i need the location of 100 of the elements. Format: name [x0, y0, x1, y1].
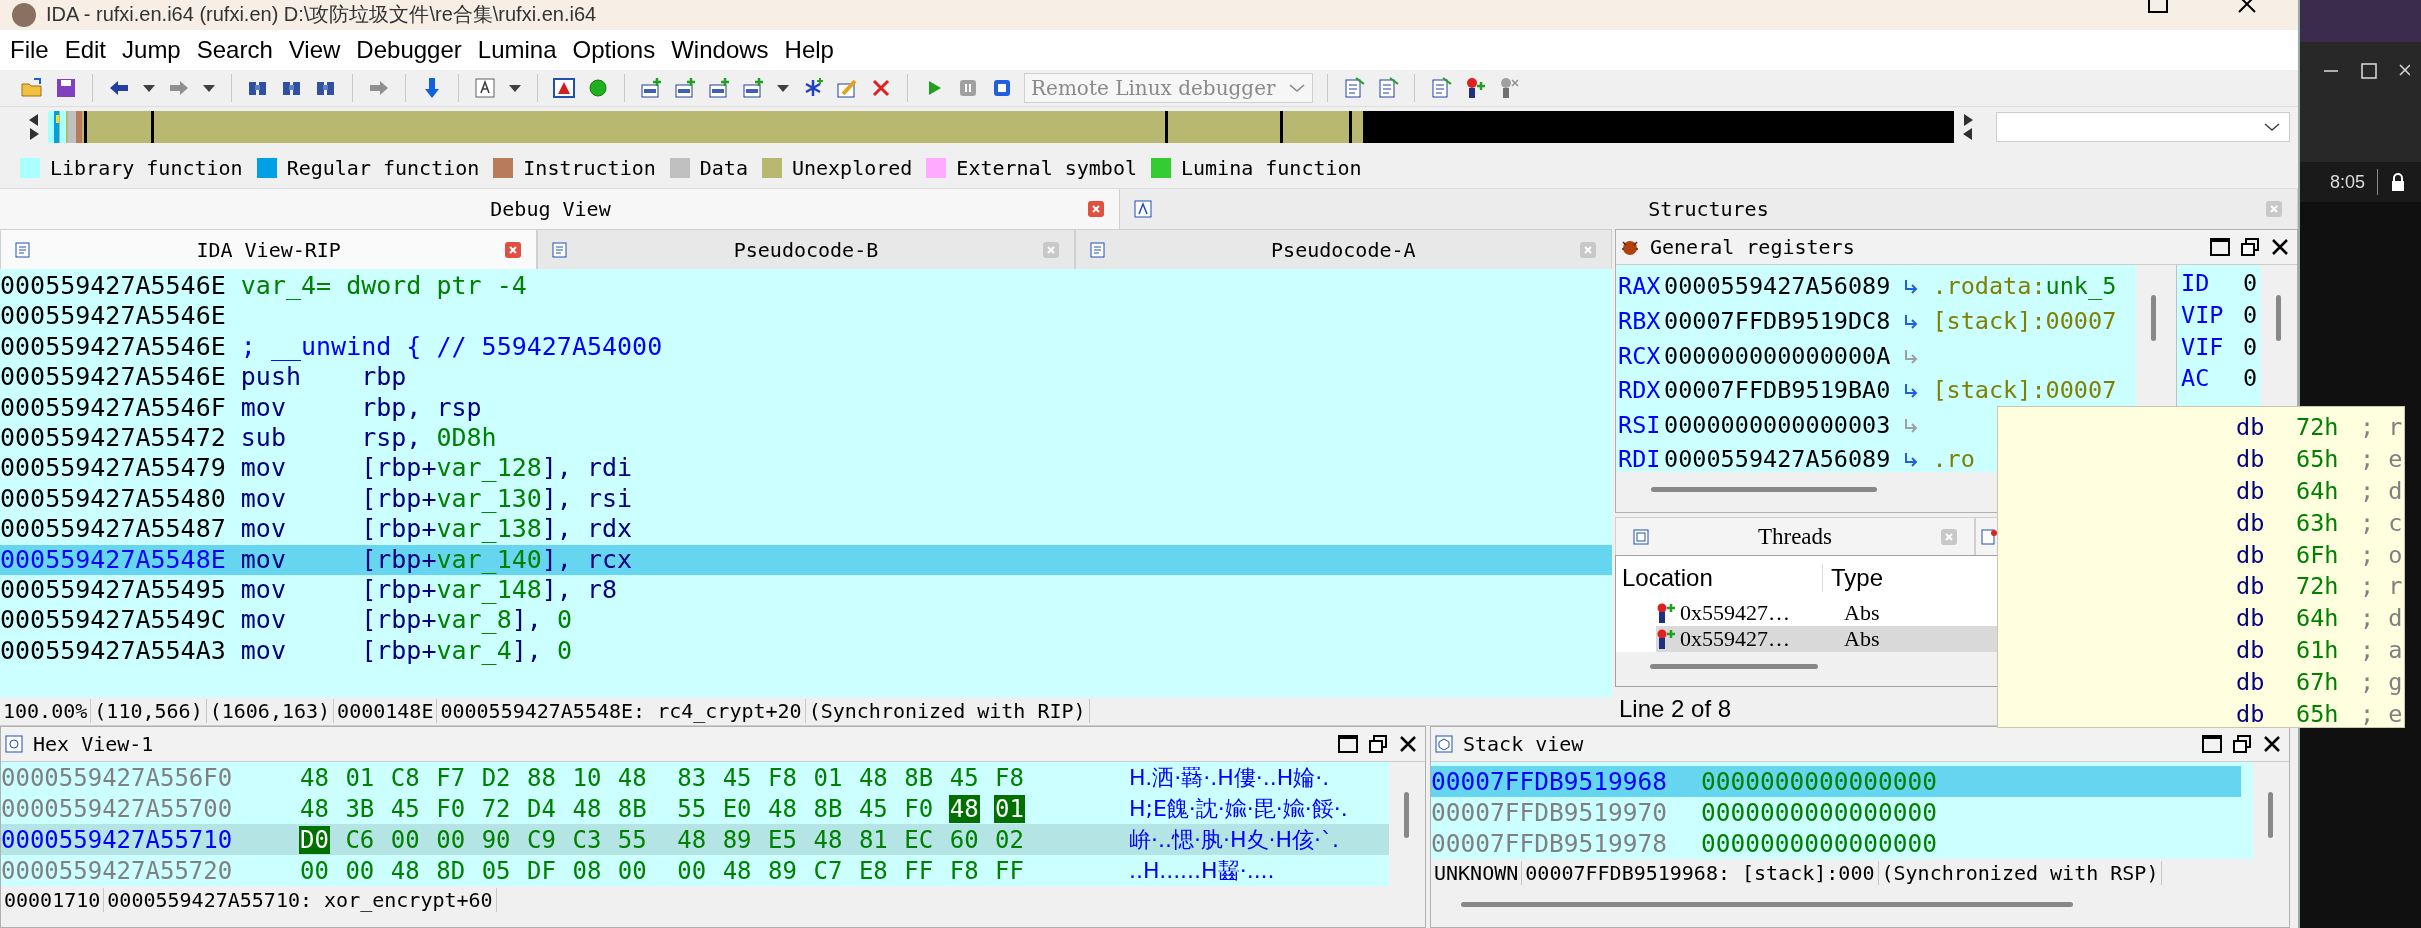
tab[interactable]: Pseudocode-A: [1074, 229, 1612, 269]
hex-byte[interactable]: F0: [435, 794, 467, 823]
hex-byte[interactable]: F8: [767, 763, 798, 792]
menu-item[interactable]: Jump: [114, 35, 189, 64]
hex-byte[interactable]: F8: [994, 763, 1025, 792]
tab[interactable]: Structures: [1120, 189, 2298, 229]
hex-byte[interactable]: 8B: [903, 763, 935, 792]
hex-byte[interactable]: 55: [676, 794, 708, 823]
hex-row[interactable]: 0000559427A556F0 48 01 C8 F7 D2 88 10 48 83 45 F8 01 48 8B 45 F8 H.洒·羇·.H僂·..H婨·.: [1, 762, 1389, 793]
hex-byte[interactable]: 48: [676, 825, 708, 854]
hex-byte[interactable]: C7: [812, 856, 844, 885]
hex-byte[interactable]: 05: [480, 856, 512, 885]
hex-byte[interactable]: 89: [767, 856, 798, 885]
hex-byte[interactable]: 10: [571, 763, 603, 792]
register-value[interactable]: 000000000000000A: [1664, 341, 1891, 370]
hex-byte[interactable]: EC: [903, 825, 935, 854]
flag-value[interactable]: 0: [2243, 300, 2258, 333]
disassembly-line[interactable]: 000559427A55472 sub rsp, 0D8h: [0, 422, 1612, 454]
hex-byte[interactable]: E0: [721, 794, 753, 823]
hex-byte[interactable]: 8B: [616, 794, 648, 823]
hex-row[interactable]: 0000559427A55700 48 3B 45 F0 72 D4 48 8B 55 E0 48 8B 45 F0 48 01 H;E餽·訦·婾·毘·婾·餒·.: [1, 793, 1389, 824]
hex-byte[interactable]: 00: [299, 856, 330, 885]
register-value[interactable]: 0000559427A56089: [1664, 445, 1891, 472]
column-header[interactable]: Location: [1616, 564, 1823, 592]
tab[interactable]: IDA View-RIP: [0, 229, 538, 269]
menu-item[interactable]: Search: [188, 35, 281, 64]
hex-byte[interactable]: 08: [571, 856, 603, 885]
hex-byte[interactable]: FF: [994, 856, 1025, 885]
hex-byte[interactable]: 01: [994, 794, 1025, 823]
disassembly-line[interactable]: 000559427A55479 mov [rbp+var_128], rdi: [0, 453, 1612, 484]
hex-byte[interactable]: C9: [526, 825, 557, 854]
disassembly-line[interactable]: 000559427A55480 mov [rbp+var_130], rsi: [0, 483, 1612, 515]
tab[interactable]: Threads: [1615, 517, 1975, 555]
hex-byte[interactable]: 02: [994, 825, 1025, 854]
hex-byte[interactable]: 8B: [812, 794, 844, 823]
disassembly-line[interactable]: 000559427A5546E var_4= dword ptr -4: [0, 271, 1612, 302]
hex-byte[interactable]: 83: [676, 763, 708, 792]
hex-byte[interactable]: 48: [857, 763, 889, 792]
hex-byte[interactable]: 3B: [344, 794, 376, 823]
hex-byte[interactable]: C8: [389, 763, 421, 792]
hex-byte[interactable]: D4: [526, 794, 557, 823]
hex-byte[interactable]: 01: [344, 763, 376, 792]
flag-value[interactable]: 0: [2243, 269, 2258, 301]
hex-byte[interactable]: 45: [389, 794, 421, 823]
menu-item[interactable]: Help: [776, 35, 842, 64]
disassembly-line[interactable]: 000559427A5546E: [0, 301, 1612, 332]
hex-byte[interactable]: 00: [435, 825, 467, 854]
column-header[interactable]: Type: [1823, 564, 1884, 592]
disassembly-line[interactable]: 000559427A554A3 mov [rbp+var_4], 0: [0, 635, 1612, 667]
register-value[interactable]: 00007FFDB9519BA0: [1664, 376, 1891, 405]
menu-item[interactable]: Lumina: [469, 35, 565, 64]
stack-row[interactable]: 00007FFDB9519968 0000000000000000: [1431, 766, 2241, 797]
hex-byte[interactable]: 48: [389, 856, 421, 885]
stack-row[interactable]: 00007FFDB9519970 0000000000000000: [1431, 797, 2241, 828]
hex-byte[interactable]: 89: [721, 825, 753, 854]
stack-row[interactable]: 00007FFDB9519978 0000000000000000: [1431, 828, 2241, 859]
hex-byte[interactable]: DF: [526, 856, 557, 885]
hex-byte[interactable]: 00: [344, 856, 376, 885]
hex-byte[interactable]: D0: [299, 825, 330, 854]
hex-byte[interactable]: 81: [857, 825, 889, 854]
tab[interactable]: Pseudocode-B: [537, 229, 1075, 269]
register-value[interactable]: 0000559427A56089: [1664, 272, 1891, 301]
hex-byte[interactable]: 90: [480, 825, 512, 854]
hex-byte[interactable]: 55: [616, 825, 648, 854]
disassembly-line[interactable]: 000559427A5549C mov [rbp+var_8], 0: [0, 605, 1612, 636]
menu-item[interactable]: Windows: [663, 35, 777, 64]
clock[interactable]: 8:05: [2330, 171, 2366, 193]
hex-byte[interactable]: D2: [480, 763, 512, 792]
tab[interactable]: Debug View: [0, 189, 1120, 229]
hex-byte[interactable]: F0: [903, 794, 935, 823]
hex-byte[interactable]: 60: [948, 825, 980, 854]
hex-byte[interactable]: 48: [616, 763, 648, 792]
hex-byte[interactable]: 45: [857, 794, 889, 823]
hex-byte[interactable]: 48: [721, 856, 753, 885]
register-value[interactable]: 0000000000000003: [1664, 410, 1891, 439]
hex-byte[interactable]: E5: [767, 825, 798, 854]
disassembly-line[interactable]: 000559427A5546E push rbp: [0, 362, 1612, 393]
hex-byte[interactable]: 48: [948, 794, 980, 823]
hex-byte[interactable]: 48: [767, 794, 798, 823]
register-value[interactable]: 00007FFDB9519DC8: [1664, 306, 1891, 335]
hex-byte[interactable]: C3: [571, 825, 603, 854]
hex-byte[interactable]: 88: [526, 763, 557, 792]
flag-value[interactable]: 0: [2243, 332, 2258, 365]
hex-byte[interactable]: 45: [948, 763, 980, 792]
hex-byte[interactable]: 00: [676, 856, 708, 885]
hex-byte[interactable]: 72: [480, 794, 512, 823]
hex-byte[interactable]: E8: [857, 856, 889, 885]
hex-byte[interactable]: C6: [344, 825, 376, 854]
hex-byte[interactable]: 00: [616, 856, 648, 885]
menu-item[interactable]: File: [2, 35, 57, 64]
hex-byte[interactable]: 45: [721, 763, 753, 792]
menu-item[interactable]: Edit: [56, 35, 115, 64]
menu-item[interactable]: Debugger: [348, 35, 470, 64]
hex-row[interactable]: 0000559427A55710 D0 C6 00 00 90 C9 C3 55 48 89 E5 48 81 EC 60 02 峅·..愢·肒·H夊·H侅·`.: [1, 824, 1389, 855]
hex-byte[interactable]: 48: [812, 825, 844, 854]
disassembly-line[interactable]: 000559427A5546E ; __unwind { // 559427A54000: [0, 331, 1612, 363]
flag-value[interactable]: 0: [2243, 364, 2258, 397]
disassembly-line[interactable]: 000559427A55495 mov [rbp+var_148], r8: [0, 574, 1612, 606]
hex-byte[interactable]: 01: [812, 763, 844, 792]
disassembly-line[interactable]: 000559427A5546F mov rbp, rsp: [0, 392, 1612, 423]
